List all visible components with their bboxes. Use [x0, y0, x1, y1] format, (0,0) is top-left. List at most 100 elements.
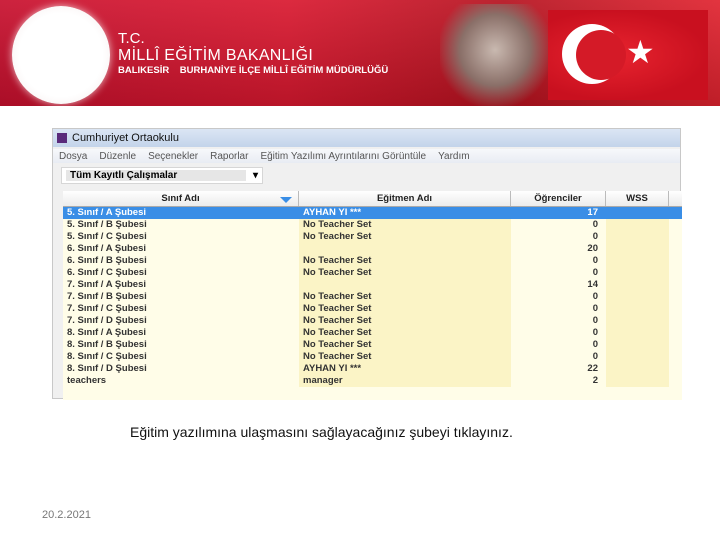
- cell-teacher: No Teacher Set: [299, 327, 511, 339]
- table-row[interactable]: 8. Sınıf / B Şubesi No Teacher Set 0: [63, 339, 682, 351]
- cell-wss: [606, 315, 669, 327]
- cell-teacher: No Teacher Set: [299, 339, 511, 351]
- cell-class: 7. Sınıf / C Şubesi: [67, 303, 147, 314]
- cell-class: 7. Sınıf / D Şubesi: [67, 315, 147, 326]
- cell-wss: [606, 231, 669, 243]
- slide-date: 20.2.2021: [42, 509, 91, 521]
- banner-tc: T.C.: [118, 30, 145, 47]
- table-row[interactable]: 8. Sınıf / D Şubesi AYHAN YI *** 22: [63, 363, 682, 375]
- class-filter-dropdown[interactable]: Tüm Kayıtlı Çalışmalar ▾: [61, 167, 263, 184]
- column-header-class[interactable]: Sınıf Adı: [63, 191, 299, 206]
- cell-teacher: No Teacher Set: [299, 291, 511, 303]
- cell-teacher: [299, 279, 511, 291]
- cell-students: 14: [587, 279, 598, 290]
- table-row[interactable]: 5. Sınıf / C Şubesi No Teacher Set 0: [63, 231, 682, 243]
- cell-teacher: AYHAN YI ***: [303, 207, 362, 218]
- table-row[interactable]: 5. Sınıf / B Şubesi No Teacher Set 0: [63, 219, 682, 231]
- column-header-students[interactable]: Öğrenciler: [511, 191, 606, 206]
- portrait-image: [440, 4, 550, 106]
- table-row[interactable]: 7. Sınıf / B Şubesi No Teacher Set 0: [63, 291, 682, 303]
- cell-wss: [606, 255, 669, 267]
- cell-wss: [606, 363, 669, 375]
- column-header-wss[interactable]: WSS: [606, 191, 669, 206]
- table-row[interactable]: 8. Sınıf / C Şubesi No Teacher Set 0: [63, 351, 682, 363]
- cell-class: 6. Sınıf / C Şubesi: [67, 267, 147, 278]
- cell-teacher: No Teacher Set: [299, 315, 511, 327]
- cell-class: 8. Sınıf / D Şubesi: [67, 363, 147, 374]
- cell-teacher: No Teacher Set: [299, 303, 511, 315]
- table-row[interactable]: 5. Sınıf / A Şubesi AYHAN YI *** 17: [63, 207, 682, 219]
- cell-wss: [606, 267, 669, 279]
- cell-wss: [606, 327, 669, 339]
- banner-ministry: MİLLÎ EĞİTİM BAKANLIĞI: [118, 47, 314, 64]
- cell-wss: [606, 243, 669, 255]
- cell-students: 20: [587, 243, 598, 254]
- cell-students: 0: [592, 339, 598, 350]
- menu-bar: Dosya Düzenle Seçenekler Raporlar Eğitim Yaz…: [53, 149, 680, 163]
- cell-teacher: No Teacher Set: [299, 255, 511, 267]
- cell-class: 5. Sınıf / C Şubesi: [67, 231, 147, 242]
- cell-students: 0: [592, 303, 598, 314]
- cell-wss: [606, 339, 669, 351]
- table-row[interactable]: 6. Sınıf / C Şubesi No Teacher Set 0: [63, 267, 682, 279]
- cell-students: 0: [592, 315, 598, 326]
- cell-students: 0: [592, 327, 598, 338]
- title-bar: Cumhuriyet Ortaokulu: [53, 129, 680, 147]
- cell-class: 7. Sınıf / B Şubesi: [67, 291, 147, 302]
- cell-class: 5. Sınıf / B Şubesi: [67, 219, 147, 230]
- cell-class: 8. Sınıf / B Şubesi: [67, 339, 147, 350]
- instruction-caption: Eğitim yazılımına ulaşmasını sağlayacağı…: [130, 424, 513, 440]
- cell-students: 0: [592, 255, 598, 266]
- cell-class: 8. Sınıf / C Şubesi: [67, 351, 147, 362]
- banner-directorate: BALIKESİR BURHANİYE İLÇE MİLLÎ EĞİTİM MÜ…: [118, 65, 389, 76]
- table-header: Sınıf Adı Eğitmen Adı Öğrenciler WSS: [63, 191, 682, 207]
- cell-students: 22: [587, 363, 598, 374]
- cell-teacher: AYHAN YI ***: [299, 363, 511, 375]
- cell-students: 0: [592, 231, 598, 242]
- dropdown-value: Tüm Kayıtlı Çalışmalar: [66, 170, 246, 181]
- cell-teacher: [299, 243, 511, 255]
- menu-item[interactable]: Raporlar: [210, 151, 248, 162]
- table-row[interactable]: 7. Sınıf / D Şubesi No Teacher Set 0: [63, 315, 682, 327]
- cell-students: 2: [592, 375, 598, 386]
- cell-class: 6. Sınıf / B Şubesi: [67, 255, 147, 266]
- class-table: Sınıf Adı Eğitmen Adı Öğrenciler WSS 5. …: [63, 191, 682, 400]
- table-row[interactable]: teachers manager 2: [63, 375, 682, 387]
- cell-students: 17: [587, 207, 598, 218]
- cell-wss: [606, 303, 669, 315]
- cell-class: teachers: [67, 375, 107, 386]
- cell-class: 7. Sınıf / A Şubesi: [67, 279, 147, 290]
- sort-arrow-icon: [280, 197, 292, 203]
- cell-class: 6. Sınıf / A Şubesi: [67, 243, 147, 254]
- menu-item[interactable]: Eğitim Yazılımı Ayrıntılarını Görüntüle: [260, 151, 426, 162]
- cell-students: 0: [592, 351, 598, 362]
- table-row[interactable]: 6. Sınıf / B Şubesi No Teacher Set 0: [63, 255, 682, 267]
- table-row[interactable]: 6. Sınıf / A Şubesi 20: [63, 243, 682, 255]
- column-header-teacher[interactable]: Eğitmen Adı: [299, 191, 511, 206]
- cell-teacher: No Teacher Set: [299, 351, 511, 363]
- cell-teacher: No Teacher Set: [299, 267, 511, 279]
- cell-students: 0: [592, 219, 598, 230]
- table-row[interactable]: 7. Sınıf / C Şubesi No Teacher Set 0: [63, 303, 682, 315]
- menu-item[interactable]: Seçenekler: [148, 151, 198, 162]
- cell-students: 0: [592, 267, 598, 278]
- chevron-down-icon: ▾: [252, 170, 258, 181]
- window-title: Cumhuriyet Ortaokulu: [72, 132, 179, 144]
- app-icon: [57, 133, 67, 143]
- cell-wss: [606, 279, 669, 291]
- cell-wss: [606, 219, 669, 231]
- cell-teacher: manager: [299, 375, 511, 387]
- cell-students: 0: [592, 291, 598, 302]
- menu-item[interactable]: Yardım: [438, 151, 470, 162]
- cell-wss: [606, 291, 669, 303]
- cell-wss: [606, 207, 669, 219]
- menu-item[interactable]: Dosya: [59, 151, 87, 162]
- menu-item[interactable]: Düzenle: [99, 151, 136, 162]
- table-row[interactable]: 7. Sınıf / A Şubesi 14: [63, 279, 682, 291]
- cell-class: 5. Sınıf / A Şubesi: [67, 207, 147, 218]
- cell-wss: [606, 351, 669, 363]
- table-row[interactable]: 8. Sınıf / A Şubesi No Teacher Set 0: [63, 327, 682, 339]
- header-banner: ★ T.C. MİLLÎ EĞİTİM BAKANLIĞI BALIKESİR …: [0, 0, 720, 106]
- cell-wss: [606, 375, 669, 387]
- app-window: Cumhuriyet Ortaokulu Dosya Düzenle Seçenek…: [52, 128, 682, 400]
